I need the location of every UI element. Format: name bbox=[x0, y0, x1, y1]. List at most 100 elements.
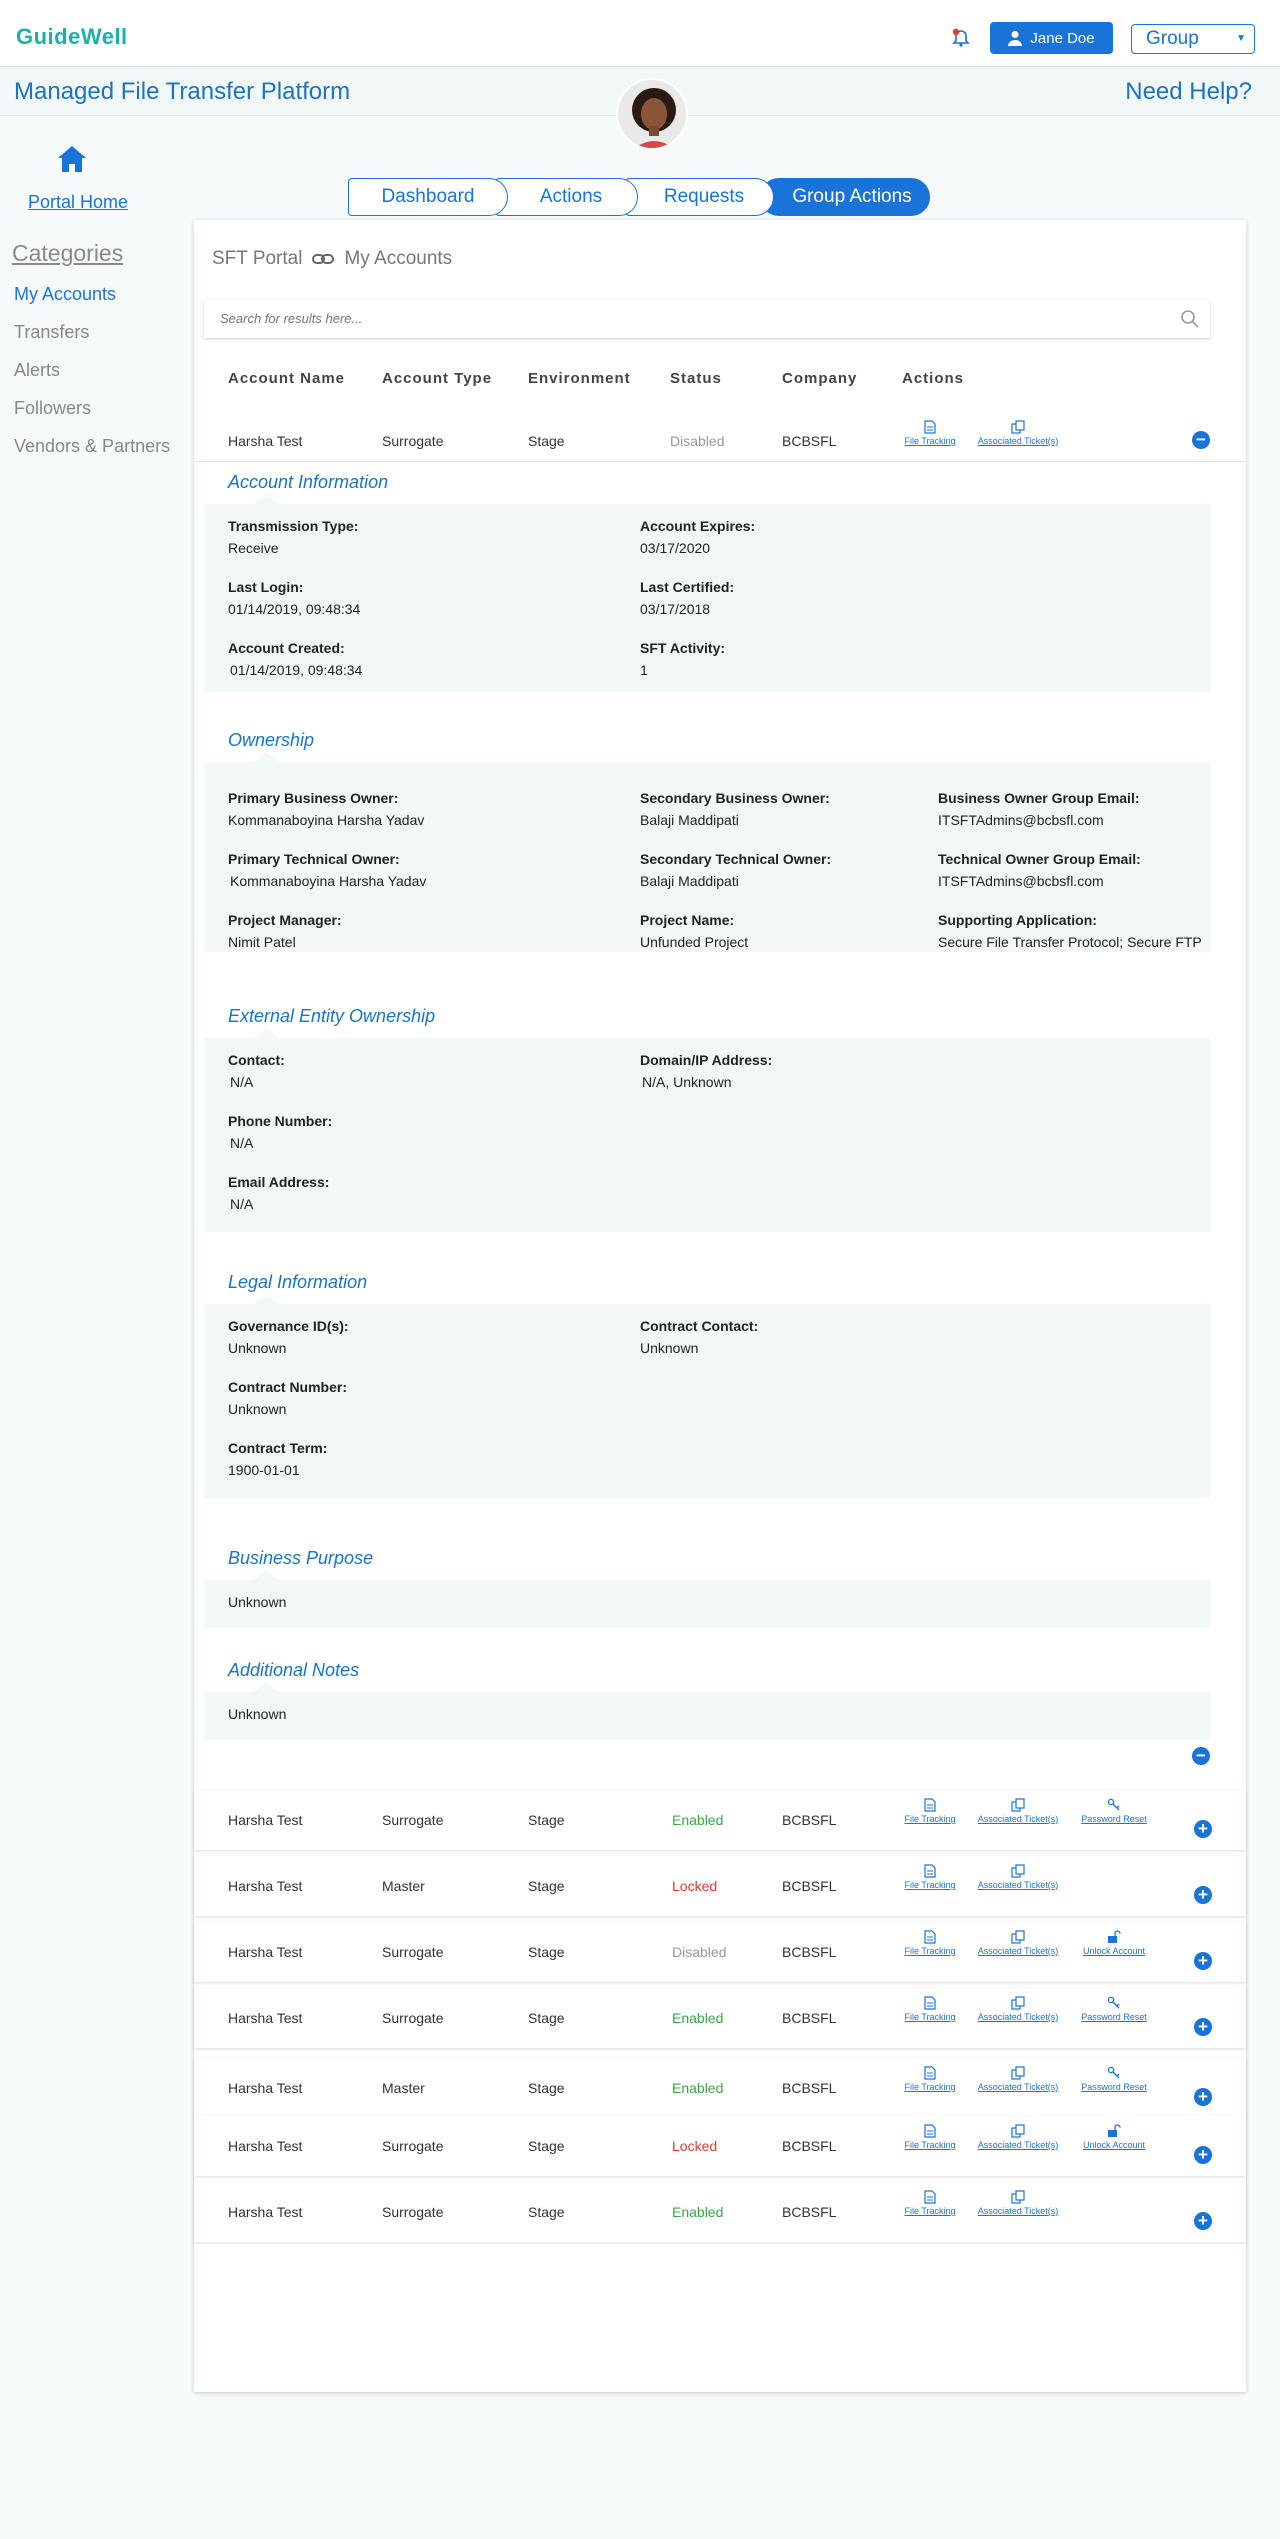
contract-term-value: 1900-01-01 bbox=[228, 1462, 300, 1478]
collapse-details-icon[interactable]: − bbox=[1192, 1747, 1210, 1765]
row-account-name: Harsha Test bbox=[228, 1812, 303, 1828]
file-tracking-link[interactable]: File Tracking bbox=[902, 420, 958, 446]
notification-bell-icon[interactable] bbox=[950, 26, 972, 48]
associated-ticket-s-link[interactable]: Associated Ticket(s) bbox=[974, 1996, 1062, 2022]
governance-ids-value: Unknown bbox=[228, 1340, 287, 1356]
file-tracking-link[interactable]: File Tracking bbox=[902, 2190, 958, 2216]
table-row[interactable]: Harsha Test Master Stage Locked BCBSFL File T… bbox=[194, 1856, 1246, 1916]
table-row[interactable]: Harsha Test Master Stage Enabled BCBSFL File … bbox=[194, 2058, 1246, 2118]
sidebar-item-alerts[interactable]: Alerts bbox=[14, 360, 170, 398]
unlock-account-link[interactable]: Unlock Account bbox=[1076, 2124, 1152, 2150]
expand-row-icon[interactable]: + bbox=[1194, 2018, 1212, 2036]
action-label: File Tracking bbox=[904, 2206, 956, 2216]
associated-ticket-s-link[interactable]: Associated Ticket(s) bbox=[974, 2124, 1062, 2150]
associated-tickets-link[interactable]: Associated Ticket(s) bbox=[974, 420, 1062, 446]
section-notch bbox=[254, 1682, 278, 1692]
unlock-account-link[interactable]: Unlock Account bbox=[1076, 1930, 1152, 1956]
action-label: Associated Ticket(s) bbox=[977, 2206, 1059, 2216]
last-login-label: Last Login: bbox=[228, 579, 304, 595]
associated-ticket-s-link[interactable]: Associated Ticket(s) bbox=[974, 1930, 1062, 1956]
column-header-status[interactable]: Status bbox=[670, 370, 722, 387]
column-header-environment[interactable]: Environment bbox=[528, 370, 631, 387]
section-notch bbox=[254, 752, 278, 762]
action-label: File Tracking bbox=[904, 1880, 956, 1890]
action-label: Associated Ticket(s) bbox=[977, 2082, 1059, 2092]
tab-group-actions[interactable]: Group Actions bbox=[760, 178, 930, 216]
copy-icon bbox=[1011, 2190, 1025, 2204]
file-tracking-link[interactable]: File Tracking bbox=[902, 1864, 958, 1890]
portal-home-link[interactable]: Portal Home bbox=[28, 192, 128, 213]
breadcrumb-root[interactable]: SFT Portal bbox=[212, 248, 302, 270]
action-label: Unlock Account bbox=[1082, 2140, 1146, 2150]
associated-ticket-s-link[interactable]: Associated Ticket(s) bbox=[974, 2066, 1062, 2092]
password-reset-link[interactable]: Password Reset bbox=[1076, 1996, 1152, 2022]
row-status: Locked bbox=[672, 2138, 718, 2154]
group-select[interactable]: Group ▼ bbox=[1131, 24, 1255, 54]
file-tracking-link[interactable]: File Tracking bbox=[902, 2066, 958, 2092]
expand-row-icon[interactable]: + bbox=[1194, 2212, 1212, 2230]
external-entity-box: Contact: N/A Phone Number: N/A Email Add… bbox=[204, 1038, 1210, 1232]
file-tracking-link[interactable]: File Tracking bbox=[902, 1930, 958, 1956]
password-reset-link[interactable]: Password Reset bbox=[1076, 1798, 1152, 1824]
row-company: BCBSFL bbox=[782, 2138, 837, 2154]
phone-number-value: N/A bbox=[230, 1135, 254, 1151]
account-information-box: Transmission Type: Receive Last Login: 0… bbox=[204, 504, 1210, 692]
associated-ticket-s-link[interactable]: Associated Ticket(s) bbox=[974, 2190, 1062, 2216]
tab-dashboard[interactable]: Dashboard bbox=[348, 178, 508, 216]
primary-business-owner-value: Kommanaboyina Harsha Yadav bbox=[228, 812, 425, 828]
expand-row-icon[interactable]: + bbox=[1194, 2146, 1212, 2164]
project-name-label: Project Name: bbox=[640, 912, 735, 928]
secondary-business-owner-value: Balaji Maddipati bbox=[640, 812, 739, 828]
row-status: Enabled bbox=[672, 2010, 724, 2026]
contact-value: N/A bbox=[230, 1074, 254, 1090]
table-row[interactable]: Harsha Test Surrogate Stage Locked BCBSFL Fil… bbox=[194, 2116, 1246, 2176]
expand-row-icon[interactable]: + bbox=[1194, 1820, 1212, 1838]
business-owner-group-email-label: Business Owner Group Email: bbox=[938, 790, 1140, 806]
sidebar-item-followers[interactable]: Followers bbox=[14, 398, 170, 436]
file-tracking-link[interactable]: File Tracking bbox=[902, 1798, 958, 1824]
sidebar-item-my-accounts[interactable]: My Accounts bbox=[14, 284, 170, 322]
associated-ticket-s-link[interactable]: Associated Ticket(s) bbox=[974, 1864, 1062, 1890]
guidewell-logo[interactable]: GuideWell bbox=[16, 24, 128, 50]
section-title-external-entity-ownership: External Entity Ownership bbox=[228, 1006, 436, 1026]
collapse-row-icon[interactable]: − bbox=[1192, 431, 1210, 449]
tab-requests[interactable]: Requests bbox=[624, 178, 774, 216]
project-name-value: Unfunded Project bbox=[640, 934, 749, 950]
supporting-application-label: Supporting Application: bbox=[938, 912, 1097, 928]
need-help-link[interactable]: Need Help? bbox=[1125, 78, 1252, 106]
project-manager-label: Project Manager: bbox=[228, 912, 342, 928]
avatar[interactable] bbox=[616, 78, 688, 150]
row-environment: Stage bbox=[528, 1812, 565, 1828]
file-tracking-link[interactable]: File Tracking bbox=[902, 1996, 958, 2022]
column-header-account-name[interactable]: Account Name bbox=[228, 370, 345, 387]
associated-ticket-s-link[interactable]: Associated Ticket(s) bbox=[974, 1798, 1062, 1824]
document-icon bbox=[924, 1996, 936, 2010]
table-row[interactable]: Harsha Test Surrogate Stage Enabled BCBSFL Fi… bbox=[194, 1790, 1246, 1850]
home-icon[interactable] bbox=[56, 144, 88, 174]
table-row[interactable]: Harsha Test Surrogate Stage Disabled BCBSFL F… bbox=[194, 1922, 1246, 1982]
column-header-account-type[interactable]: Account Type bbox=[382, 370, 492, 387]
contract-contact-label: Contract Contact: bbox=[640, 1318, 759, 1334]
copy-icon bbox=[1011, 1798, 1025, 1812]
legal-information-box: Governance ID(s): Unknown Contract Numbe… bbox=[204, 1304, 1210, 1498]
file-tracking-link[interactable]: File Tracking bbox=[902, 2124, 958, 2150]
table-row[interactable]: Harsha Test Surrogate Stage Enabled BCBSFL Fi… bbox=[194, 2182, 1246, 2242]
breadcrumb-current: My Accounts bbox=[344, 248, 453, 269]
expand-row-icon[interactable]: + bbox=[1194, 1952, 1212, 1970]
search-input[interactable] bbox=[204, 300, 1104, 336]
copy-icon bbox=[1011, 2124, 1025, 2138]
expand-row-icon[interactable]: + bbox=[1194, 1886, 1212, 1904]
search-icon[interactable] bbox=[1180, 309, 1200, 329]
sidebar-item-vendors-partners[interactable]: Vendors & Partners bbox=[14, 436, 170, 474]
sidebar-item-transfers[interactable]: Transfers bbox=[14, 322, 170, 360]
user-icon bbox=[1008, 31, 1023, 46]
table-row[interactable]: Harsha Test Surrogate Stage Enabled BCBSFL Fi… bbox=[194, 1988, 1246, 2048]
action-label: Associated Ticket(s) bbox=[977, 1814, 1059, 1824]
column-header-company[interactable]: Company bbox=[782, 370, 857, 387]
tab-actions[interactable]: Actions bbox=[494, 178, 638, 216]
expand-row-icon[interactable]: + bbox=[1194, 2088, 1212, 2106]
user-menu-button[interactable]: Jane Doe bbox=[990, 22, 1113, 54]
password-reset-link[interactable]: Password Reset bbox=[1076, 2066, 1152, 2092]
sft-activity-value: 1 bbox=[640, 662, 648, 678]
ownership-box: Primary Business Owner: Kommanaboyina Ha… bbox=[204, 762, 1210, 952]
